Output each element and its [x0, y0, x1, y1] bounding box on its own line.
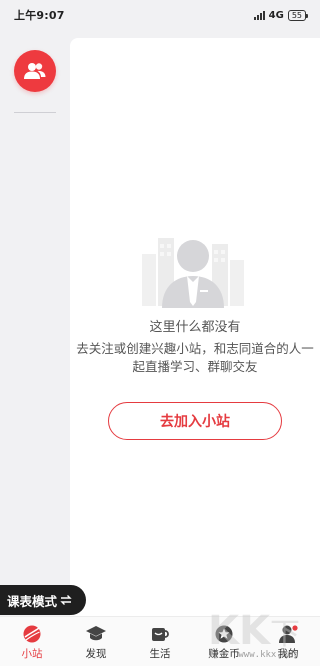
tab-label: 赚金币 — [208, 648, 240, 660]
network-type: 4G — [268, 9, 284, 21]
tab-discover[interactable]: 发现 — [64, 617, 128, 666]
coin-icon — [213, 624, 235, 644]
graduation-cap-icon — [85, 624, 107, 644]
cup-icon — [149, 624, 171, 644]
schedule-mode-toggle[interactable]: 课表模式 — [0, 585, 86, 615]
tab-station[interactable]: 小站 — [0, 617, 64, 666]
battery-icon: 55 — [287, 9, 309, 21]
station-sidebar — [0, 30, 70, 590]
group-icon[interactable] — [14, 50, 56, 92]
content-panel: 这里什么都没有 去关注或创建兴趣小站，和志同道合的人一起直播学习、群聊交友 去加… — [70, 38, 320, 618]
status-indicators: 4G 55 — [253, 9, 309, 21]
status-bar: 上午9:07 4G 55 — [0, 0, 320, 30]
tab-label: 小站 — [21, 648, 43, 660]
watermark-text: www.kkx.net — [238, 650, 298, 660]
empty-description: 去关注或创建兴趣小站，和志同道合的人一起直播学习、群聊交友 — [76, 341, 314, 374]
swap-icon — [60, 595, 72, 605]
signal-icon — [253, 10, 265, 20]
empty-person-illustration — [142, 238, 244, 308]
station-icon — [21, 624, 43, 644]
profile-icon — [277, 624, 299, 644]
sidebar-divider — [14, 112, 56, 113]
tab-label: 发现 — [85, 648, 107, 660]
empty-title: 这里什么都没有 — [149, 320, 241, 335]
join-station-button[interactable]: 去加入小站 — [108, 402, 282, 440]
status-time: 上午9:07 — [14, 9, 65, 22]
tab-label: 生活 — [149, 648, 171, 660]
battery-level: 55 — [291, 10, 302, 20]
tab-life[interactable]: 生活 — [128, 617, 192, 666]
schedule-mode-label: 课表模式 — [7, 593, 58, 609]
